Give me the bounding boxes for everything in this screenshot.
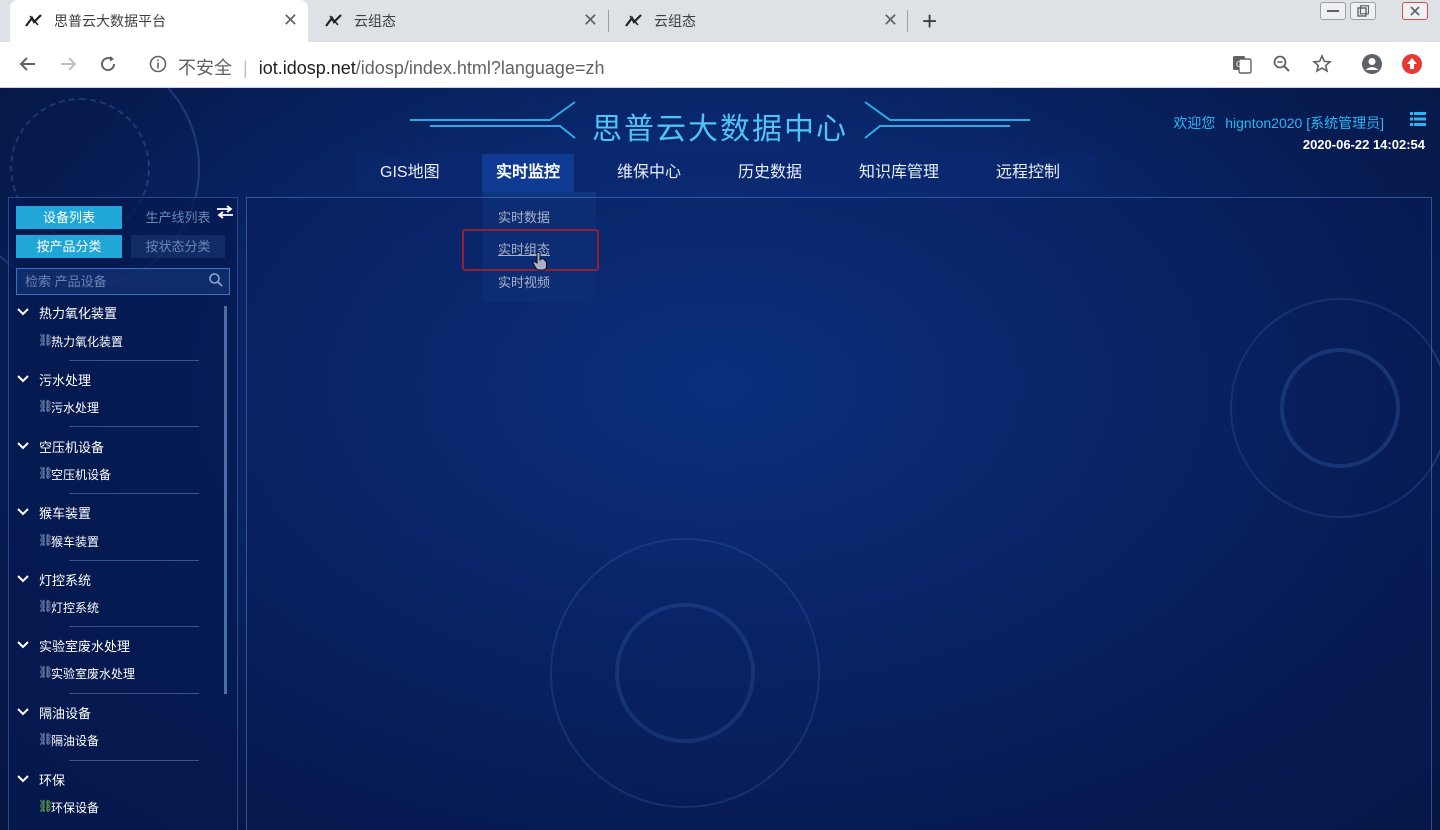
tree-group-label[interactable]: 猴车装置 bbox=[39, 503, 91, 522]
main-content-area bbox=[246, 197, 1432, 830]
nav-realtime-monitor[interactable]: 实时监控 bbox=[482, 154, 575, 192]
tree-leaf[interactable]: 环保设备 bbox=[51, 799, 99, 816]
browser-toolbar: 不安全 | iot.idosp.net/idosp/index.html?lan… bbox=[0, 42, 1440, 88]
translate-icon[interactable]: G bbox=[1230, 52, 1254, 76]
chevron-down-icon[interactable] bbox=[17, 637, 29, 652]
chevron-down-icon[interactable] bbox=[17, 438, 29, 453]
restore-button[interactable] bbox=[1350, 2, 1376, 20]
tree-group-label[interactable]: 空压机设备 bbox=[39, 437, 104, 456]
chevron-down-icon[interactable] bbox=[17, 371, 29, 386]
tree-leaf[interactable]: 空压机设备 bbox=[51, 466, 111, 483]
tab-title: 云组态 bbox=[354, 13, 396, 29]
tab-separator bbox=[907, 10, 908, 32]
tab-by-product[interactable]: 按产品分类 bbox=[16, 235, 122, 258]
divider bbox=[69, 760, 199, 761]
divider bbox=[69, 493, 199, 494]
user-role: [系统管理员] bbox=[1306, 115, 1384, 131]
tree-group-label[interactable]: 实验室废水处理 bbox=[39, 636, 130, 655]
device-sidebar: 设备列表 生产线列表 按产品分类 按状态分类 热力氧化装置 ⛓ 热力氧化装置 污… bbox=[8, 197, 238, 830]
back-arrow-icon[interactable] bbox=[16, 52, 40, 76]
divider bbox=[69, 693, 199, 694]
address-bar[interactable]: 不安全 | iot.idosp.net/idosp/index.html?lan… bbox=[178, 54, 604, 80]
nav-knowledge-base[interactable]: 知识库管理 bbox=[859, 154, 939, 192]
tree-group-label[interactable]: 环保 bbox=[39, 770, 65, 789]
current-datetime: 2020-06-22 14:02:54 bbox=[1302, 137, 1425, 152]
chevron-down-icon[interactable] bbox=[17, 304, 29, 319]
chevron-down-icon[interactable] bbox=[17, 504, 29, 519]
swap-arrows-icon[interactable] bbox=[216, 205, 234, 224]
tree-group-label[interactable]: 隔油设备 bbox=[39, 703, 91, 722]
divider bbox=[69, 560, 199, 561]
title-banner: 思普云大数据中心 bbox=[400, 96, 1040, 146]
welcome-label: 欢迎您 bbox=[1173, 115, 1216, 131]
divider bbox=[69, 426, 199, 427]
new-tab-icon[interactable]: + bbox=[922, 8, 937, 34]
user-info: 欢迎您 hignton2020 [系统管理员] bbox=[1173, 113, 1384, 133]
browser-tab-2[interactable]: 云组态 ✕ bbox=[310, 0, 608, 42]
svg-text:G: G bbox=[1236, 60, 1242, 69]
tree-group-label[interactable]: 热力氧化装置 bbox=[39, 303, 117, 322]
sidebar-scrollbar[interactable] bbox=[224, 306, 227, 694]
minimize-button[interactable] bbox=[1320, 2, 1346, 20]
device-search-input[interactable] bbox=[16, 268, 230, 295]
security-label: 不安全 bbox=[178, 58, 232, 78]
info-icon[interactable] bbox=[146, 52, 170, 76]
forward-arrow-icon[interactable] bbox=[56, 52, 80, 76]
nav-gis-map[interactable]: GIS地图 bbox=[380, 154, 440, 192]
tree-leaf[interactable]: 污水处理 bbox=[51, 399, 99, 416]
tree-leaf[interactable]: 灯控系统 bbox=[51, 599, 99, 616]
menu-list-icon[interactable] bbox=[1410, 111, 1426, 127]
tree-group-label[interactable]: 灯控系统 bbox=[39, 570, 91, 589]
close-window-button[interactable] bbox=[1402, 2, 1428, 20]
tree-leaf[interactable]: 热力氧化装置 bbox=[51, 333, 123, 350]
extension-icon[interactable] bbox=[1400, 52, 1424, 76]
app-favicon-icon bbox=[624, 14, 644, 28]
zoom-icon[interactable] bbox=[1270, 52, 1294, 76]
site-title: 思普云大数据中心 bbox=[592, 113, 848, 146]
browser-tab-1[interactable]: 思普云大数据平台 ✕ bbox=[10, 0, 308, 42]
close-tab-icon[interactable]: ✕ bbox=[283, 11, 298, 29]
browser-tab-3[interactable]: 云组态 ✕ bbox=[610, 0, 908, 42]
reload-icon[interactable] bbox=[96, 52, 120, 76]
tab-separator bbox=[608, 10, 609, 32]
app-favicon-icon bbox=[24, 14, 44, 28]
tab-by-status[interactable]: 按状态分类 bbox=[131, 235, 225, 258]
main-nav: GIS地图 实时监控 维保中心 历史数据 知识库管理 远程控制 bbox=[355, 154, 1095, 192]
profile-avatar-icon[interactable] bbox=[1360, 52, 1384, 76]
divider bbox=[69, 360, 199, 361]
nav-maintenance-center[interactable]: 维保中心 bbox=[617, 154, 681, 192]
nav-remote-control[interactable]: 远程控制 bbox=[996, 154, 1060, 192]
tree-group-label[interactable]: 污水处理 bbox=[39, 370, 91, 389]
tab-title: 云组态 bbox=[654, 13, 696, 29]
tab-device-list[interactable]: 设备列表 bbox=[16, 206, 122, 229]
search-icon[interactable] bbox=[209, 273, 223, 292]
username[interactable]: hignton2020 bbox=[1225, 115, 1302, 131]
chevron-down-icon[interactable] bbox=[17, 571, 29, 586]
close-tab-icon[interactable]: ✕ bbox=[583, 11, 598, 29]
nav-history-data[interactable]: 历史数据 bbox=[738, 154, 802, 192]
tree-leaf[interactable]: 隔油设备 bbox=[51, 732, 99, 749]
tab-title: 思普云大数据平台 bbox=[54, 13, 166, 29]
url-host: iot.idosp.net bbox=[258, 58, 356, 78]
chevron-down-icon[interactable] bbox=[17, 771, 29, 786]
divider bbox=[69, 626, 199, 627]
app-root: 思普云大数据中心 欢迎您 hignton2020 [系统管理员] 2020-06… bbox=[0, 88, 1440, 830]
url-path: /idosp/index.html?language=zh bbox=[355, 58, 605, 78]
tree-leaf[interactable]: 实验室废水处理 bbox=[51, 665, 135, 682]
close-tab-icon[interactable]: ✕ bbox=[883, 11, 898, 29]
tree-leaf[interactable]: 猴车装置 bbox=[51, 533, 99, 550]
tab-production-line-list[interactable]: 生产线列表 bbox=[131, 206, 225, 229]
app-favicon-icon bbox=[324, 14, 344, 28]
browser-tab-bar: 思普云大数据平台 ✕ 云组态 ✕ 云组态 ✕ + bbox=[0, 0, 1440, 42]
chevron-down-icon[interactable] bbox=[17, 704, 29, 719]
bookmark-star-icon[interactable] bbox=[1310, 52, 1334, 76]
